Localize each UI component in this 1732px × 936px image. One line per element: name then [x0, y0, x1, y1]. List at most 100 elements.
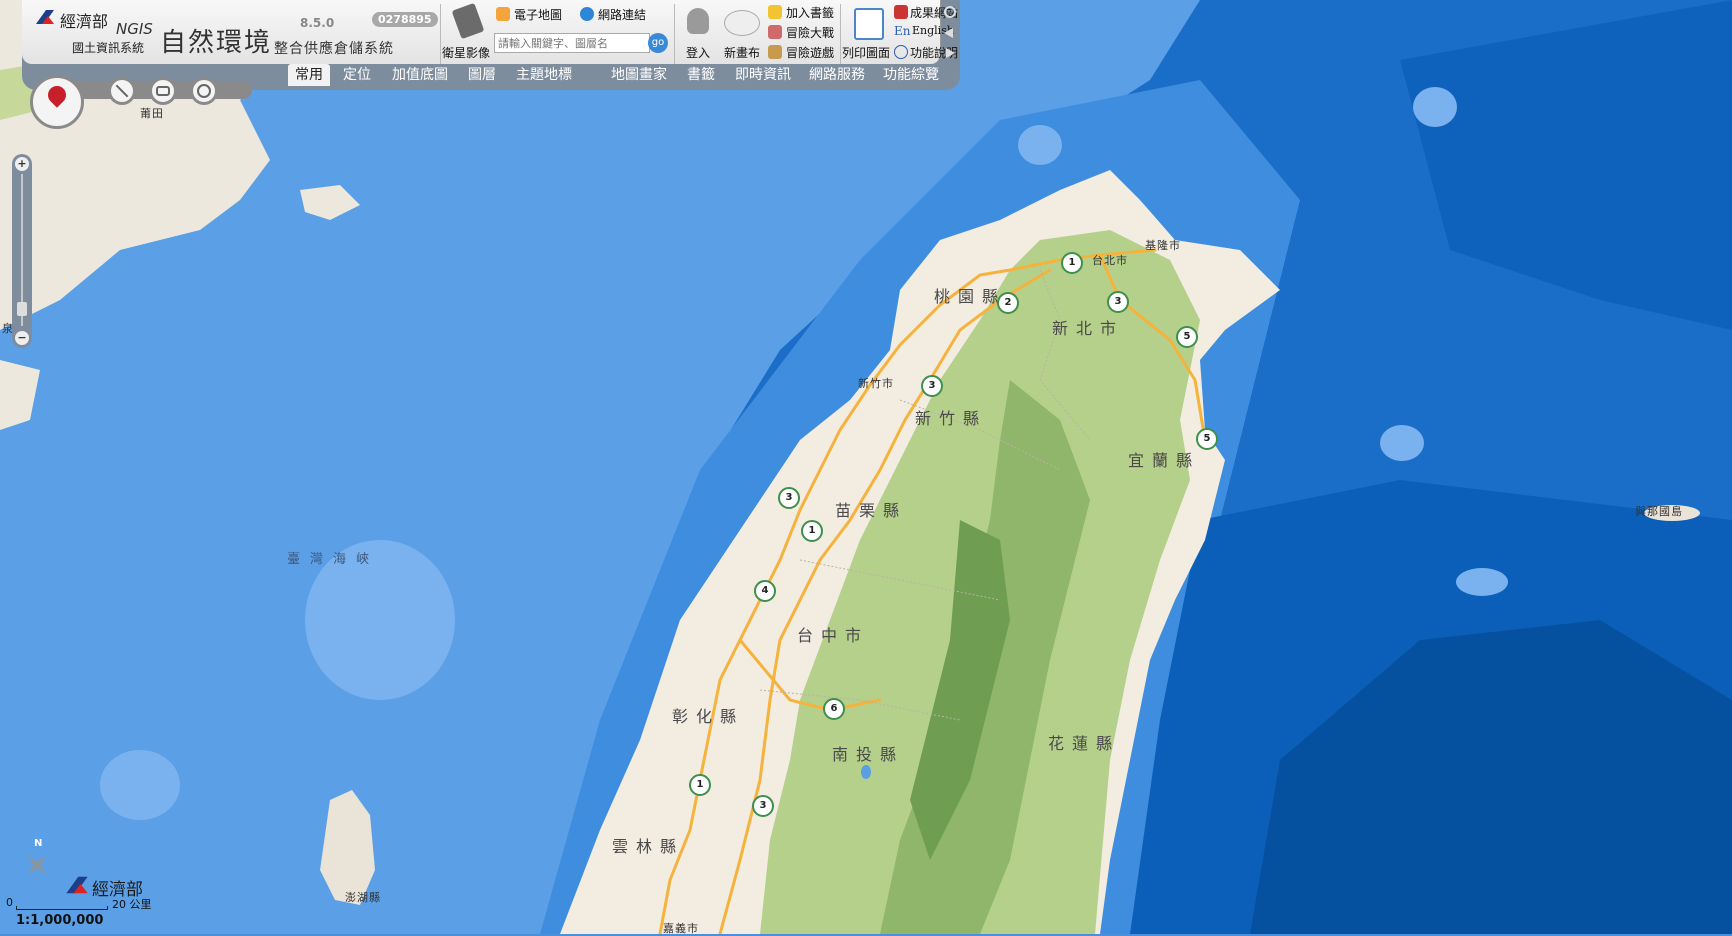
label-hsinchu-city: 新竹市	[858, 377, 894, 390]
label-penghu: 澎湖縣	[345, 891, 381, 904]
bank-shoal-5	[1380, 425, 1424, 461]
globe-icon	[580, 7, 594, 21]
highway-shield: 5	[1176, 326, 1198, 348]
tab-web-services[interactable]: 網路服務	[809, 64, 865, 86]
draw-circle-button[interactable]	[190, 77, 218, 105]
divider	[840, 4, 841, 64]
english-prefix: En	[894, 24, 911, 38]
add-bookmark-button[interactable]: 加入書籤	[768, 4, 848, 20]
label-taiwan-strait: 臺灣海峽	[287, 552, 380, 567]
highway-shield: 1	[801, 520, 823, 542]
zoom-in-icon[interactable]: +	[15, 157, 29, 171]
locate-button[interactable]	[30, 75, 84, 129]
emap-icon	[496, 7, 510, 21]
divider	[440, 4, 441, 64]
scale-distance: 20 公里	[112, 898, 152, 911]
scale-line	[16, 906, 108, 910]
bank-shoal-3	[1018, 125, 1062, 165]
new-canvas-button[interactable]: 新畫布	[720, 4, 764, 62]
tab-locate[interactable]: 定位	[343, 64, 371, 86]
highway-shield: 3	[752, 795, 774, 817]
map-canvas[interactable]	[0, 0, 1732, 934]
palette-icon	[724, 10, 760, 36]
line-icon	[115, 84, 129, 98]
star-icon	[768, 5, 782, 19]
footer-ministry-logo-icon	[66, 876, 88, 894]
label-hsinchu-county: 新竹縣	[915, 409, 988, 428]
divider	[674, 4, 675, 64]
satellite-icon	[451, 2, 485, 40]
print-button[interactable]: 列印圖面	[842, 4, 894, 62]
label-putian: 莆田	[140, 107, 164, 120]
toolbar-top: 經濟部 NGIS 國土資訊系統 自然環境 整合供應倉儲系統 8.5.0 0278…	[22, 0, 958, 64]
highway-shield: 4	[754, 580, 776, 602]
satellite-label: 衛星影像	[442, 46, 491, 60]
help-icon	[894, 45, 908, 59]
highway-shield: 1	[1061, 252, 1083, 274]
zoom-out-icon[interactable]: −	[15, 331, 29, 345]
bank-shoal-2	[100, 750, 180, 820]
highway-shield: 3	[921, 375, 943, 397]
label-yonaguni: 與那國島	[1635, 505, 1683, 518]
adventure-game-button[interactable]: 冒險遊戲	[768, 44, 848, 60]
tab-layers[interactable]: 圖層	[468, 64, 496, 86]
adventure-icon	[768, 25, 782, 39]
refresh-icon[interactable]	[944, 6, 956, 18]
highway-shield: 6	[823, 698, 845, 720]
bank-shoal-6	[1456, 568, 1508, 596]
ministry-name: 經濟部	[60, 12, 109, 31]
tab-common[interactable]: 常用	[288, 64, 330, 86]
label-yunlin: 雲林縣	[612, 837, 685, 856]
zoom-slider[interactable]: + −	[12, 154, 32, 348]
adventure-game-label: 冒險遊戲	[786, 46, 835, 60]
zoom-thumb[interactable]	[17, 302, 27, 316]
tab-bookmarks[interactable]: 書籤	[687, 64, 715, 86]
draw-rectangle-button[interactable]	[149, 77, 177, 105]
print-label: 列印圖面	[842, 46, 891, 60]
label-taichung: 台中市	[797, 626, 870, 645]
satellite-button[interactable]: 衛星影像	[442, 2, 494, 62]
tab-map-painter[interactable]: 地圖畫家	[611, 64, 667, 86]
highway-shield: 2	[997, 292, 1019, 314]
tab-theme-landmarks[interactable]: 主題地標	[516, 64, 572, 86]
user-icon	[687, 8, 709, 34]
label-taoyuan: 桃園縣	[934, 287, 1007, 306]
visitor-count: 0278895	[372, 12, 438, 27]
emap-button[interactable]: 電子地圖	[496, 6, 586, 22]
login-button[interactable]: 登入	[678, 4, 718, 62]
exit-icon	[894, 5, 908, 19]
compass: N	[16, 838, 62, 892]
english-button[interactable]: En English	[894, 24, 964, 40]
app-title: 自然環境	[160, 28, 273, 58]
scale-ratio: 1:1,000,000	[16, 913, 104, 928]
network-link-button[interactable]: 網路連結	[580, 6, 670, 22]
highway-shield: 1	[689, 774, 711, 796]
arrow-left-icon[interactable]	[944, 28, 953, 38]
label-new-taipei: 新北市	[1052, 319, 1125, 338]
app-subtitle: 整合供應倉儲系統	[274, 41, 394, 57]
ngis-subtitle: 國土資訊系統	[72, 41, 145, 55]
new-canvas-label: 新畫布	[724, 46, 761, 60]
label-nantou: 南投縣	[832, 745, 905, 764]
adventure-button[interactable]: 冒險大戰	[768, 24, 848, 40]
label-taipei-city: 台北市	[1092, 254, 1128, 267]
tab-value-basemap[interactable]: 加值底圖	[392, 64, 448, 86]
highway-shield: 3	[1107, 291, 1129, 313]
label-keelung-city: 基隆市	[1145, 239, 1181, 252]
adventure-label: 冒險大戰	[786, 26, 835, 40]
network-link-label: 網路連結	[598, 8, 647, 22]
arrow-right-icon[interactable]	[946, 48, 955, 58]
north-label: N	[34, 838, 43, 849]
version-badge: 8.5.0	[300, 16, 335, 30]
add-bookmark-label: 加入書籤	[786, 6, 835, 20]
label-miaoli: 苗栗縣	[835, 501, 908, 520]
label-hualien: 花蓮縣	[1048, 734, 1121, 753]
circle-icon	[197, 84, 211, 98]
bank-shoal-4	[1413, 87, 1457, 127]
tab-realtime[interactable]: 即時資訊	[735, 64, 791, 86]
draw-line-button[interactable]	[108, 77, 136, 105]
go-button[interactable]: go	[648, 33, 668, 53]
tab-overview[interactable]: 功能綜覽	[883, 64, 939, 86]
search-input[interactable]	[494, 33, 650, 53]
ministry-logo-icon	[36, 10, 54, 24]
